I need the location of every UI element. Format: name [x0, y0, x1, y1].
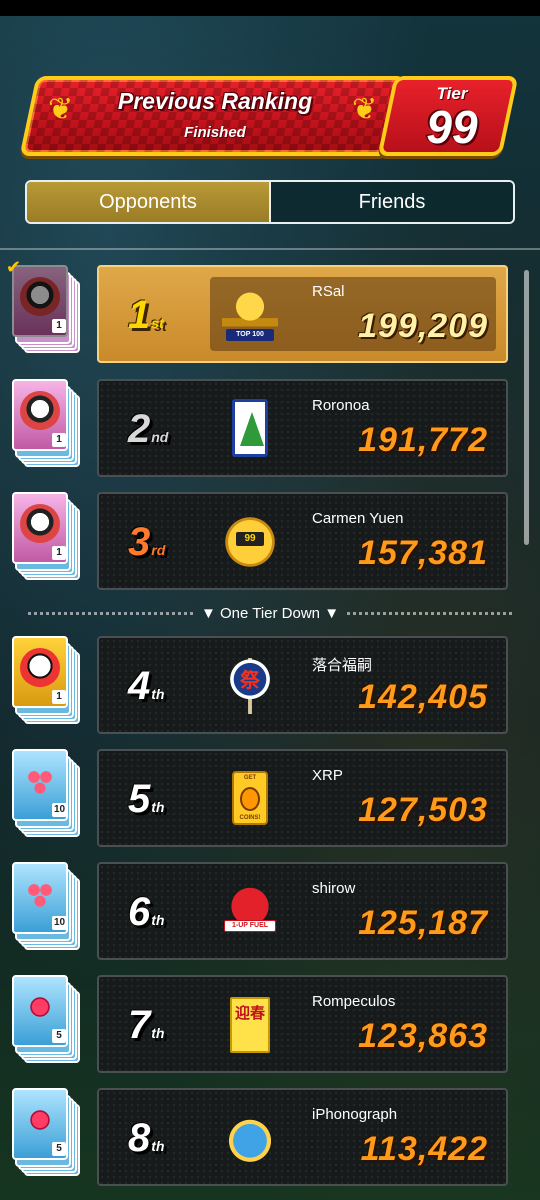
dinosaur-badge-icon [222, 1110, 278, 1166]
player-score: 123,863 [358, 1017, 488, 1055]
ruby-card-icon [20, 1100, 60, 1140]
rubies-card-icon [20, 761, 60, 801]
rank-label: 4th [128, 664, 165, 708]
ranking-row[interactable]: 1 2nd Roronoa 191,772 [0, 379, 540, 479]
reward-card-stack: 5 [12, 1088, 84, 1186]
list-divider [0, 248, 540, 250]
christmas-tree-card-badge-icon [232, 399, 268, 457]
tab-friends[interactable]: Friends [269, 182, 513, 222]
tier-number: 99 [426, 101, 478, 153]
player-name: Carmen Yuen [312, 510, 404, 527]
reward-count: 5 [52, 1142, 66, 1156]
player-name: Rompeculos [312, 993, 396, 1010]
tab-bar: Opponents Friends [25, 180, 515, 224]
reward-card-stack: 1 [12, 265, 84, 363]
reward-card-stack: 1 [12, 492, 84, 590]
player-score: 127,503 [358, 791, 488, 829]
tab-opponents[interactable]: Opponents [27, 182, 269, 222]
rank-label: 6th [128, 890, 165, 934]
rank-label: 2nd [128, 407, 169, 451]
player-name: iPhonograph [312, 1106, 398, 1123]
player-name: Roronoa [312, 397, 370, 414]
ranking-row[interactable]: 1 4th 祭 落合福嗣 142,405 [0, 636, 540, 736]
claimed-check-icon: ✔ [6, 257, 22, 278]
rank-label: 3rd [128, 520, 166, 564]
reward-count: 1 [52, 546, 66, 560]
reward-count: 5 [52, 1029, 66, 1043]
player-score: 199,209 [358, 307, 488, 345]
reward-card-stack: 5 [12, 975, 84, 1073]
rank-label: 7th [128, 1003, 165, 1047]
player-score: 125,187 [358, 904, 488, 942]
banner-title: Previous Ranking [117, 88, 313, 114]
reward-card-stack: 10 [12, 749, 84, 847]
shy-guy-card-icon [20, 648, 60, 688]
ranking-row[interactable]: 1 3rd 99 Carmen Yuen 157,381 [0, 492, 540, 592]
ranking-row[interactable]: 5 7th 迎春 Rompeculos 123,863 [0, 975, 540, 1075]
driver-card-icon [20, 504, 60, 544]
tier-shield-badge-icon: 99 [222, 514, 278, 570]
ranking-row[interactable]: 10 6th 1-UP FUEL shirow 125,187 [0, 862, 540, 962]
reward-count: 1 [52, 433, 66, 447]
player-score: 113,422 [360, 1130, 488, 1168]
player-name: shirow [312, 880, 356, 897]
player-name: RSal [312, 283, 345, 300]
player-score: 142,405 [358, 678, 488, 716]
1up-fuel-badge-icon: 1-UP FUEL [222, 884, 278, 940]
player-score: 191,772 [358, 421, 488, 459]
new-year-scroll-badge-icon: 迎春 [230, 997, 270, 1053]
reward-count: 10 [52, 916, 68, 930]
reward-count: 10 [52, 803, 68, 817]
ranking-row[interactable]: 10 5th GET COINS! XRP 127,503 [0, 749, 540, 849]
player-score: 157,381 [358, 534, 488, 572]
rubies-card-icon [20, 874, 60, 914]
ranking-row[interactable]: 5 8th iPhonograph 113,422 [0, 1088, 540, 1188]
tier-down-label: ▼ One Tier Down ▼ [200, 604, 340, 622]
reward-card-stack: 1 [12, 379, 84, 477]
banner-subtitle: Finished [184, 124, 246, 141]
driver-card-icon [20, 391, 60, 431]
driver-card-icon [20, 277, 60, 317]
ruby-card-icon [20, 987, 60, 1027]
festival-fan-badge-icon: 祭 [222, 658, 278, 714]
rank-label: 5th [128, 777, 165, 821]
status-bar [0, 0, 540, 16]
tier-down-separator: ▼ One Tier Down ▼ [28, 602, 513, 624]
player-name: XRP [312, 767, 343, 784]
reward-count: 1 [52, 690, 66, 704]
reward-count: 1 [52, 319, 66, 333]
reward-card-stack: 10 [12, 862, 84, 960]
ranking-row[interactable]: 1 ✔ 1st TOP 100 RSal 199,209 [0, 257, 540, 365]
trophy-badge-icon: TOP 100 [222, 287, 278, 343]
rank-label: 1st [128, 293, 164, 337]
get-coins-badge-icon: GET COINS! [232, 771, 268, 825]
rank-label: 8th [128, 1116, 165, 1160]
player-name: 落合福嗣 [312, 657, 373, 674]
reward-card-stack: 1 [12, 636, 84, 734]
